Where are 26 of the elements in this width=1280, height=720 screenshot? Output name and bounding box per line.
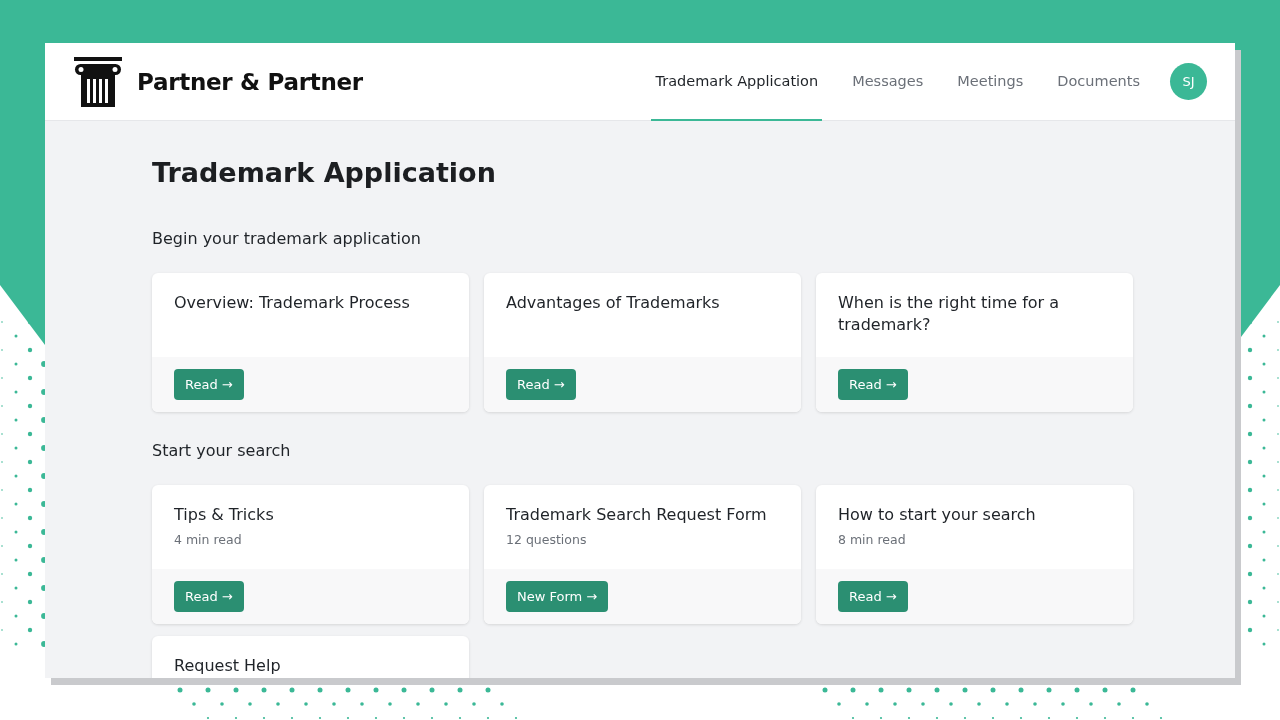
section-heading: Begin your trademark application: [152, 228, 422, 250]
nav-tab[interactable]: Trademark Application: [651, 43, 823, 121]
card-title: When is the right time for a trademark?: [838, 292, 1061, 336]
card-title: Overview: Trademark Process: [174, 292, 411, 314]
nav-tab[interactable]: Documents: [1053, 43, 1144, 121]
card-meta: 12 questions: [506, 532, 588, 547]
logo-icon: [73, 56, 123, 107]
card-title: How to start your search: [838, 504, 1037, 526]
read-button[interactable]: New Form →: [506, 581, 609, 612]
brand-name: Partner & Partner: [137, 68, 363, 95]
read-button[interactable]: Read →: [506, 369, 576, 400]
page-title: Trademark Application: [152, 156, 497, 190]
nav-tab[interactable]: Meetings: [953, 43, 1028, 121]
card-title: Tips & Tricks: [174, 504, 275, 526]
avatar[interactable]: SJ: [1170, 63, 1207, 100]
card-title: Request Help: [174, 655, 282, 677]
card-title: Advantages of Trademarks: [506, 292, 721, 314]
read-button[interactable]: Read →: [174, 581, 244, 612]
read-button[interactable]: Read →: [838, 581, 908, 612]
nav-tab[interactable]: Messages: [848, 43, 928, 121]
read-button[interactable]: Read →: [174, 369, 244, 400]
card-title: Trademark Search Request Form: [506, 504, 768, 526]
card-meta: 8 min read: [838, 532, 907, 547]
section-heading: Start your search: [152, 440, 292, 462]
read-button[interactable]: Read →: [838, 369, 908, 400]
card-meta: 4 min read: [174, 532, 243, 547]
